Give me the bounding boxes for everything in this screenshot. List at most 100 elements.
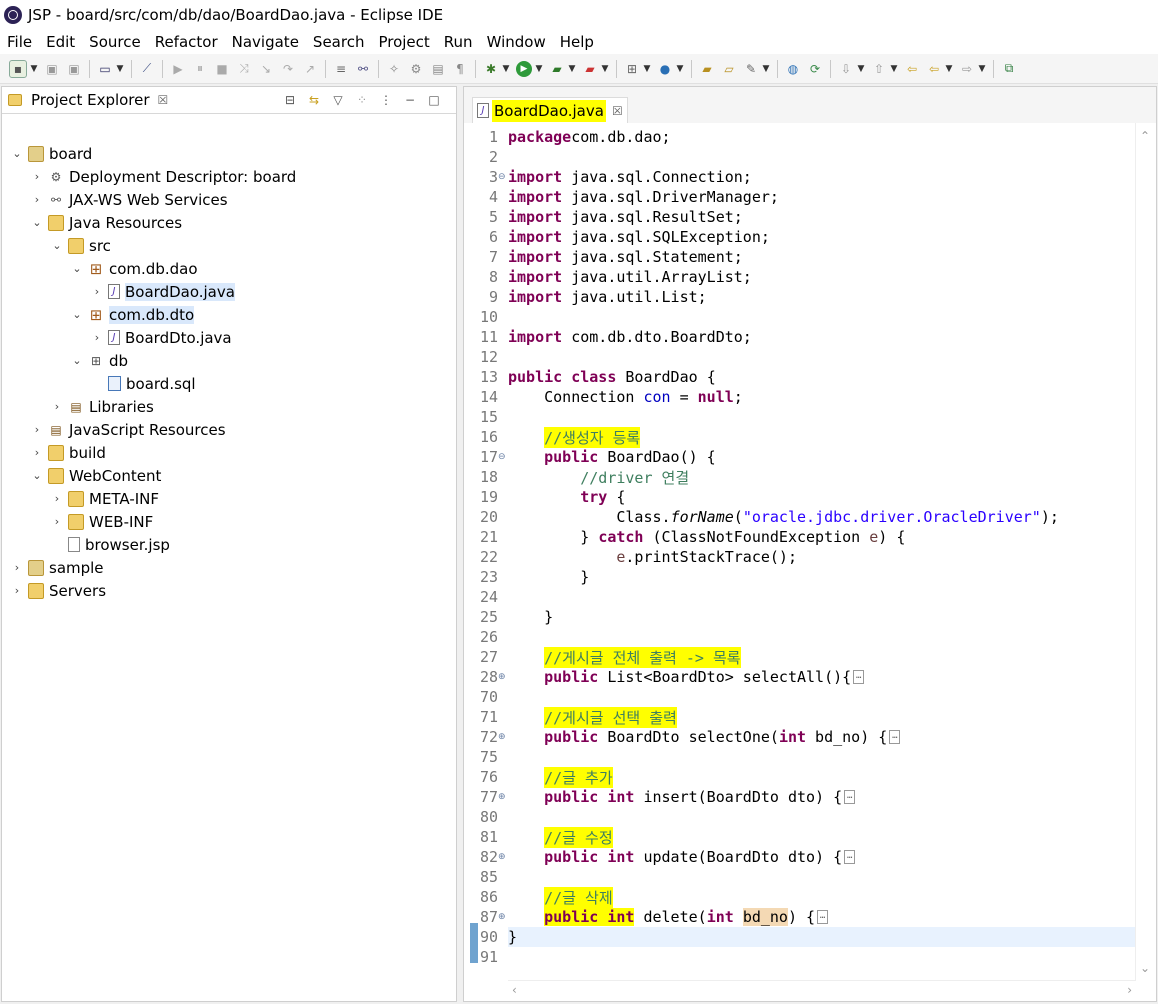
chevron-down-icon[interactable]: ⌄ [70,308,84,322]
chevron-right-icon[interactable]: › [10,561,24,575]
chevron-down-icon[interactable]: ▼ [643,61,651,77]
step-over-icon[interactable]: ↷ [280,61,296,77]
code-line[interactable]: public BoardDao() { [508,447,1138,467]
tree-item[interactable]: ⌄ WebContent [30,464,161,487]
chevron-down-icon[interactable]: ▼ [601,61,609,77]
focus-icon[interactable]: ⁘ [354,92,370,108]
tree-item[interactable]: › ▤ JavaScript Resources [30,418,226,441]
debug-icon[interactable]: ✱ [483,61,499,77]
disconnect-icon[interactable]: ⤨ [236,61,252,77]
code-line[interactable] [508,807,1138,827]
skip-breakpoints-icon[interactable]: ⟋ [139,61,155,77]
web-services-icon[interactable]: ⚯ [355,61,371,77]
open-type-icon[interactable]: ▰ [699,61,715,77]
code-line[interactable]: //글 삭제 [508,886,1138,908]
chevron-down-icon[interactable]: ⌄ [70,262,84,276]
code-line[interactable]: Connection con = null; [508,387,1138,407]
chevron-right-icon[interactable]: › [30,446,44,460]
chevron-right-icon[interactable]: › [30,423,44,437]
chevron-down-icon[interactable]: ▼ [676,61,684,77]
filter-icon[interactable]: ▽ [330,92,346,108]
external-tools-icon[interactable]: ▰ [582,61,598,77]
publish-icon[interactable]: ▤ [430,61,446,77]
code-line[interactable]: public int update(BoardDto dto) {… [508,847,1138,867]
prev-annotation-icon[interactable]: ⇧ [871,61,887,77]
new-class-icon[interactable]: ● [657,61,673,77]
tree-item[interactable]: › WEB-INF [50,510,154,533]
folded-code-icon[interactable]: … [817,910,829,924]
close-icon[interactable]: ☒ [158,93,169,107]
expand-fold-icon[interactable]: ⊕ [498,847,507,867]
chevron-down-icon[interactable]: ▼ [116,61,124,77]
code-line[interactable]: import java.sql.Connection; [508,167,1138,187]
save-icon[interactable]: ▣ [44,61,60,77]
maximize-icon[interactable]: □ [426,92,442,108]
code-line[interactable] [508,867,1138,887]
chevron-right-icon[interactable]: › [50,515,64,529]
code-line[interactable]: //글 수정 [508,826,1138,848]
code-line[interactable]: //글 추가 [508,766,1138,788]
tree-item[interactable]: › Servers [10,579,106,602]
step-return-icon[interactable]: ↗ [302,61,318,77]
code-line[interactable] [508,147,1138,167]
minimize-icon[interactable]: − [402,92,418,108]
chevron-right-icon[interactable]: › [10,584,24,598]
code-line[interactable]: import java.sql.DriverManager; [508,187,1138,207]
code-line[interactable]: import java.sql.ResultSet; [508,207,1138,227]
suspend-icon[interactable]: ⏸ [192,61,208,77]
code-line[interactable]: package com.db.dao; [508,127,1138,147]
tree-item[interactable]: › build [30,441,106,464]
code-line[interactable]: public class BoardDao { [508,367,1138,387]
chevron-down-icon[interactable]: ⌄ [30,469,44,483]
code-line[interactable]: } [508,927,1138,947]
code-line[interactable]: import com.db.dto.BoardDto; [508,327,1138,347]
expand-fold-icon[interactable]: ⊕ [498,667,507,687]
chevron-down-icon[interactable]: ⌄ [10,147,24,161]
scroll-right-icon[interactable]: › [1127,983,1132,997]
collapse-all-icon[interactable]: ⊟ [282,92,298,108]
forward-icon[interactable]: ⇨ [959,61,975,77]
folded-code-icon[interactable]: … [844,790,856,804]
chevron-down-icon[interactable]: ▼ [857,61,865,77]
tree-item[interactable]: › sample [10,556,104,579]
run-server-icon[interactable]: ▰ [549,61,565,77]
code-line[interactable]: //생성자 등록 [508,426,1138,448]
perspective-icon[interactable]: ⟳ [807,61,823,77]
tree-item[interactable]: › META-INF [50,487,159,510]
code-line[interactable]: import java.util.List; [508,287,1138,307]
chevron-down-icon[interactable]: ▼ [978,61,986,77]
menu-navigate[interactable]: Navigate [232,33,299,51]
tree-item[interactable]: ⌄ src [50,234,111,257]
step-into-icon[interactable]: ↘ [258,61,274,77]
terminate-icon[interactable]: ■ [214,61,230,77]
tree-item[interactable]: › J BoardDao.java [90,280,235,303]
code-line[interactable]: import java.sql.Statement; [508,247,1138,267]
collapse-fold-icon[interactable]: ⊖ [498,447,507,467]
chevron-right-icon[interactable]: › [50,492,64,506]
menu-search[interactable]: Search [313,33,365,51]
menu-run[interactable]: Run [444,33,473,51]
save-all-icon[interactable]: ▣ [66,61,82,77]
code-line[interactable] [508,747,1138,767]
code-line[interactable]: public BoardDto selectOne(int bd_no) {… [508,727,1138,747]
chevron-down-icon[interactable]: ⌄ [50,239,64,253]
chevron-down-icon[interactable]: ⌄ [30,216,44,230]
code-line[interactable]: //driver 연결 [508,467,1138,487]
wizard-icon[interactable]: ✧ [386,61,402,77]
chevron-down-icon[interactable]: ▼ [30,61,38,77]
tree-item[interactable]: › ⚙ Deployment Descriptor: board [30,165,297,188]
folded-code-icon[interactable]: … [889,730,901,744]
resume-icon[interactable]: ▶ [170,61,186,77]
collapse-fold-icon[interactable]: ⊖ [498,167,507,187]
back-icon[interactable]: ⇦ [926,61,942,77]
tree-item[interactable]: ⌄ ⊞ db [70,349,128,372]
scroll-left-icon[interactable]: ‹ [512,983,517,997]
show-whitespace-icon[interactable]: ¶ [452,61,468,77]
browser-icon[interactable]: ◍ [785,61,801,77]
expand-fold-icon[interactable]: ⊕ [498,727,507,747]
code-line[interactable]: //게시글 전체 출력 -> 목록 [508,646,1138,668]
open-perspective-icon[interactable]: ⧉ [1001,61,1017,77]
code-line[interactable] [508,307,1138,327]
next-annotation-icon[interactable]: ⇩ [838,61,854,77]
menu-help[interactable]: Help [560,33,594,51]
